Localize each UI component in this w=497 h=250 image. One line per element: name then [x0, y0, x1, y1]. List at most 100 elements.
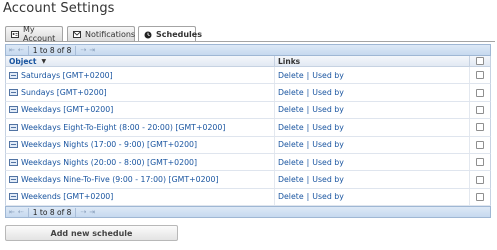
used-by-link[interactable]: Used by: [312, 192, 344, 201]
envelope-icon: [73, 30, 81, 38]
add-new-schedule-button[interactable]: Add new schedule: [5, 225, 178, 241]
used-by-link[interactable]: Used by: [312, 158, 344, 167]
select-cell: [470, 71, 490, 80]
sort-down-icon: ▼: [41, 57, 47, 65]
object-header-label: Object: [9, 56, 37, 66]
row-checkbox[interactable]: [476, 71, 484, 80]
schedule-name-link[interactable]: Weekdays Nights (20:00 - 8:00) [GMT+0200…: [21, 158, 197, 167]
links-cell: Delete | Used by: [275, 153, 470, 171]
object-column-header[interactable]: Object ▼: [6, 56, 275, 66]
object-cell: Sundays [GMT+0200]: [6, 84, 275, 101]
schedules-grid: ⇤ ⇠ 1 to 8 of 8 ⇢ ⇥ Object ▼ Links Satur…: [5, 44, 491, 219]
table-row: Weekdays Eight-To-Eight (8:00 - 20:00) […: [5, 119, 491, 137]
delete-link[interactable]: Delete: [278, 192, 304, 201]
delete-link[interactable]: Delete: [278, 123, 304, 132]
select-cell: [470, 105, 490, 114]
links-column-header: Links: [275, 56, 470, 66]
used-by-link[interactable]: Used by: [312, 123, 344, 132]
delete-link[interactable]: Delete: [278, 88, 304, 97]
table-row: Weekends [GMT+0200] Delete | Used by: [5, 188, 491, 207]
link-separator: |: [306, 175, 310, 185]
select-all-cell: [470, 57, 490, 65]
link-separator: |: [306, 105, 310, 115]
tab-schedules-label: Schedules: [156, 30, 202, 39]
schedule-icon: [9, 71, 18, 79]
clock-icon: [144, 31, 152, 39]
link-separator: |: [306, 88, 310, 98]
schedule-icon: [9, 141, 18, 149]
select-cell: [470, 88, 490, 97]
last-page-icon[interactable]: ⇥: [89, 208, 95, 216]
link-separator: |: [306, 122, 310, 132]
link-separator: |: [306, 140, 310, 150]
table-header: Object ▼ Links: [5, 56, 491, 67]
row-checkbox[interactable]: [476, 175, 484, 184]
link-separator: |: [306, 192, 310, 202]
delete-link[interactable]: Delete: [278, 175, 304, 184]
links-cell: Delete | Used by: [275, 84, 470, 101]
tab-my-account[interactable]: My Account: [5, 25, 63, 43]
links-header-label: Links: [278, 56, 301, 66]
table-body: Saturdays [GMT+0200] Delete | Used by Sunday…: [5, 67, 491, 207]
table-row: Sundays [GMT+0200] Delete | Used by: [5, 84, 491, 102]
pager-separator: [27, 45, 29, 55]
top-pager: ⇤ ⇠ 1 to 8 of 8 ⇢ ⇥: [5, 44, 491, 56]
schedule-name-link[interactable]: Weekdays Eight-To-Eight (8:00 - 20:00) […: [21, 123, 225, 132]
object-cell: Weekdays Nights (20:00 - 8:00) [GMT+0200…: [6, 153, 275, 171]
row-checkbox[interactable]: [476, 88, 484, 97]
schedule-name-link[interactable]: Weekdays Nights (17:00 - 9:00) [GMT+0200…: [21, 140, 197, 149]
previous-page-icon[interactable]: ⇠: [18, 208, 24, 216]
links-cell: Delete | Used by: [275, 119, 470, 136]
schedule-name-link[interactable]: Sundays [GMT+0200]: [21, 88, 107, 97]
used-by-link[interactable]: Used by: [312, 88, 344, 97]
used-by-link[interactable]: Used by: [312, 105, 344, 114]
tab-notifications[interactable]: Notifications: [67, 26, 135, 41]
used-by-link[interactable]: Used by: [312, 140, 344, 149]
row-checkbox[interactable]: [476, 140, 484, 149]
select-cell: [470, 175, 490, 184]
next-page-icon[interactable]: ⇢: [80, 208, 86, 216]
row-checkbox[interactable]: [476, 158, 484, 167]
object-cell: Weekdays Eight-To-Eight (8:00 - 20:00) […: [6, 119, 275, 136]
row-checkbox[interactable]: [476, 192, 484, 201]
pager-separator: [75, 207, 77, 217]
schedule-icon: [9, 158, 18, 166]
schedule-icon: [9, 123, 18, 131]
schedule-icon: [9, 193, 18, 201]
used-by-link[interactable]: Used by: [312, 71, 344, 80]
schedule-icon: [9, 176, 18, 184]
schedule-name-link[interactable]: Weekdays [GMT+0200]: [21, 105, 113, 114]
pager-separator: [27, 207, 29, 217]
delete-link[interactable]: Delete: [278, 71, 304, 80]
account-card-icon: [11, 30, 19, 38]
delete-link[interactable]: Delete: [278, 140, 304, 149]
first-page-icon[interactable]: ⇤: [9, 46, 15, 54]
delete-link[interactable]: Delete: [278, 158, 304, 167]
select-all-checkbox[interactable]: [476, 57, 484, 65]
table-row: Weekdays Nights (20:00 - 8:00) [GMT+0200…: [5, 153, 491, 172]
first-page-icon[interactable]: ⇤: [9, 208, 15, 216]
tab-schedules[interactable]: Schedules: [138, 26, 202, 42]
bottom-pager: ⇤ ⇠ 1 to 8 of 8 ⇢ ⇥: [5, 206, 491, 219]
select-cell: [470, 123, 490, 132]
delete-link[interactable]: Delete: [278, 105, 304, 114]
schedule-name-link[interactable]: Weekdays Nine-To-Five (9:00 - 17:00) [GM…: [21, 175, 219, 184]
select-cell: [470, 158, 490, 167]
schedule-icon: [9, 106, 18, 114]
previous-page-icon[interactable]: ⇠: [18, 46, 24, 54]
schedule-name-link[interactable]: Saturdays [GMT+0200]: [21, 71, 113, 80]
schedule-name-link[interactable]: Weekends [GMT+0200]: [21, 192, 113, 201]
last-page-icon[interactable]: ⇥: [89, 46, 95, 54]
links-cell: Delete | Used by: [275, 136, 470, 153]
select-cell: [470, 140, 490, 149]
links-cell: Delete | Used by: [275, 171, 470, 188]
tab-notifications-label: Notifications: [85, 29, 136, 39]
next-page-icon[interactable]: ⇢: [80, 46, 86, 54]
links-cell: Delete | Used by: [275, 101, 470, 119]
links-cell: Delete | Used by: [275, 188, 470, 206]
row-checkbox[interactable]: [476, 123, 484, 132]
row-checkbox[interactable]: [476, 105, 484, 114]
links-cell: Delete | Used by: [275, 67, 470, 84]
used-by-link[interactable]: Used by: [312, 175, 344, 184]
object-cell: Saturdays [GMT+0200]: [6, 67, 275, 84]
